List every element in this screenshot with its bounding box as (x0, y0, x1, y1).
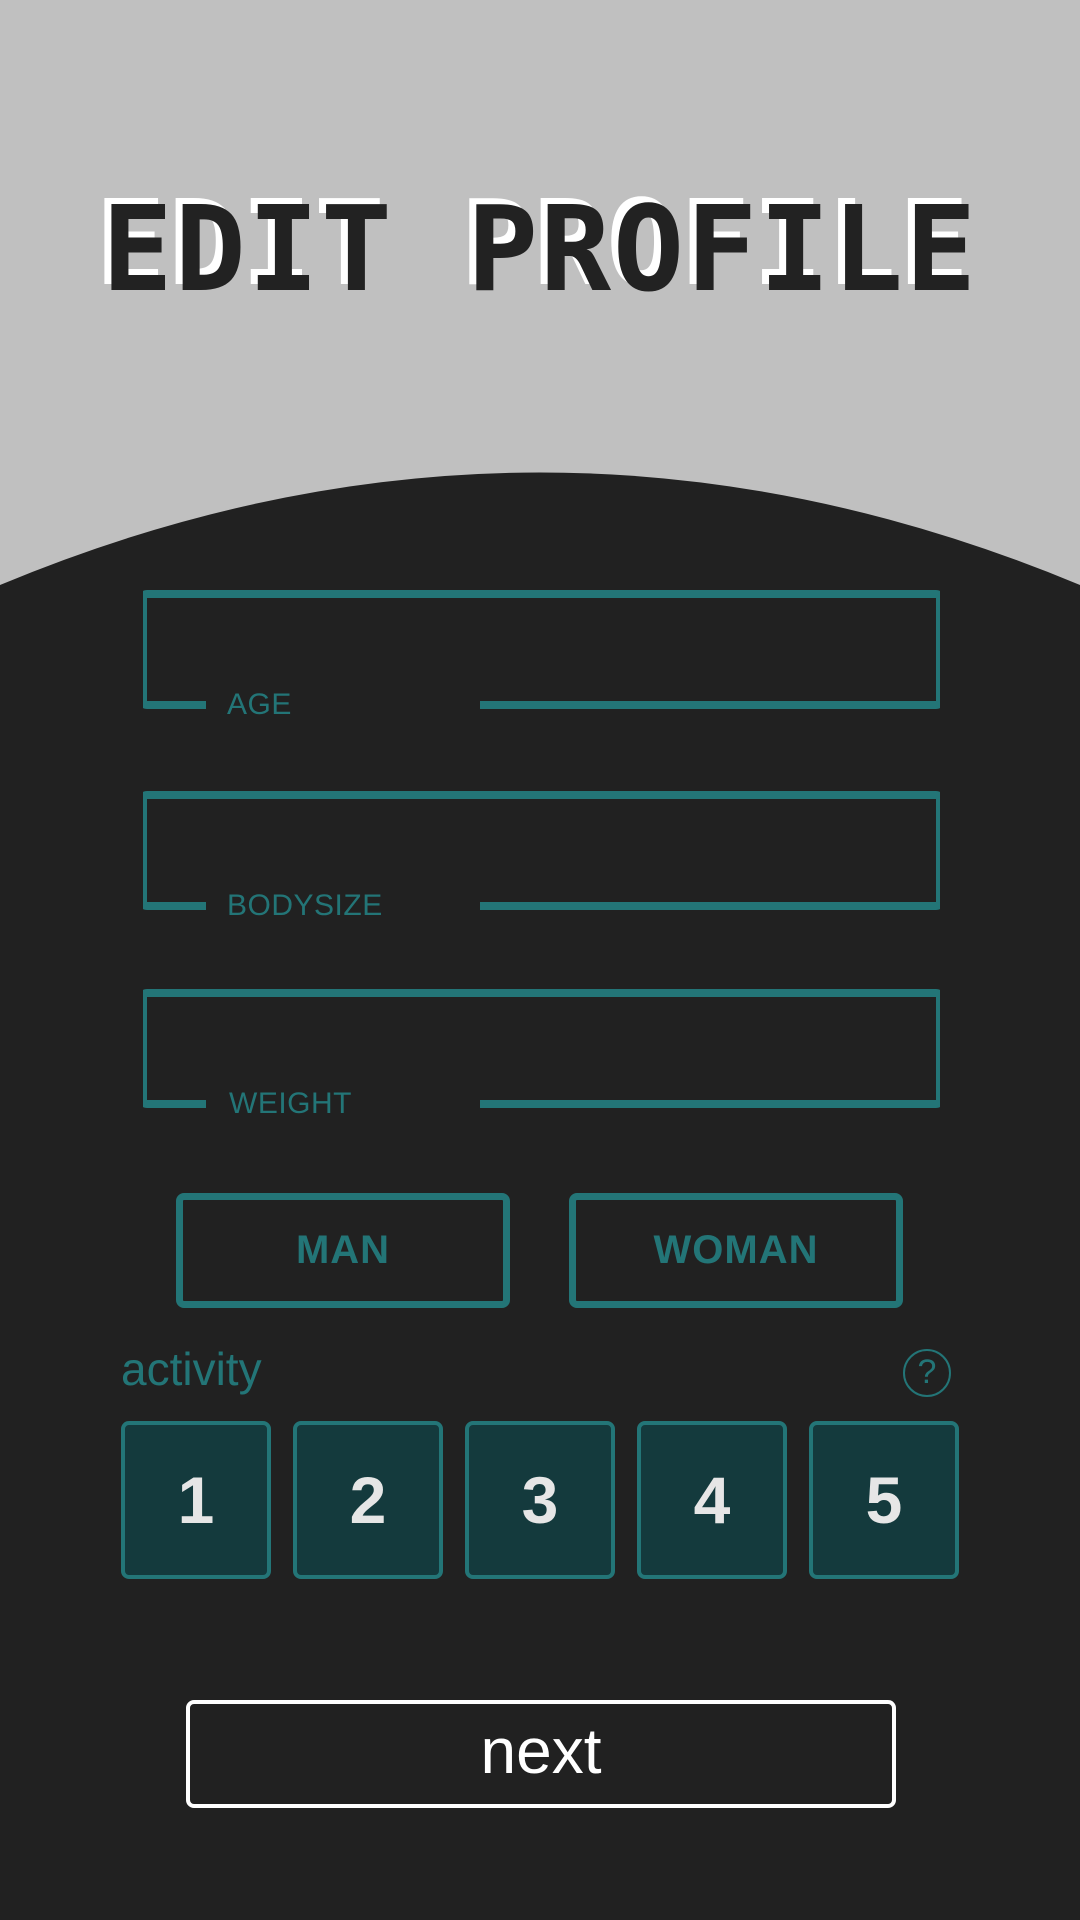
activity-label: activity (121, 1343, 262, 1395)
woman-button[interactable]: WOMAN (569, 1193, 903, 1308)
question-circle-icon[interactable]: ? (903, 1349, 951, 1397)
age-field[interactable]: AGE (143, 590, 940, 720)
bodysize-label: BODYSIZE (227, 889, 383, 922)
page-title: EDIT PROFILE (101, 180, 979, 318)
activity-option-5[interactable]: 5 (809, 1421, 959, 1579)
weight-label: WEIGHT (229, 1087, 352, 1120)
bodysize-field[interactable]: BODYSIZE (143, 791, 940, 921)
weight-field[interactable]: WEIGHT (143, 989, 940, 1119)
activity-option-4[interactable]: 4 (637, 1421, 787, 1579)
activity-option-3[interactable]: 3 (465, 1421, 615, 1579)
age-label: AGE (227, 688, 292, 721)
man-button[interactable]: MAN (176, 1193, 510, 1308)
next-button[interactable]: next (186, 1700, 896, 1808)
activity-option-1[interactable]: 1 (121, 1421, 271, 1579)
activity-option-2[interactable]: 2 (293, 1421, 443, 1579)
